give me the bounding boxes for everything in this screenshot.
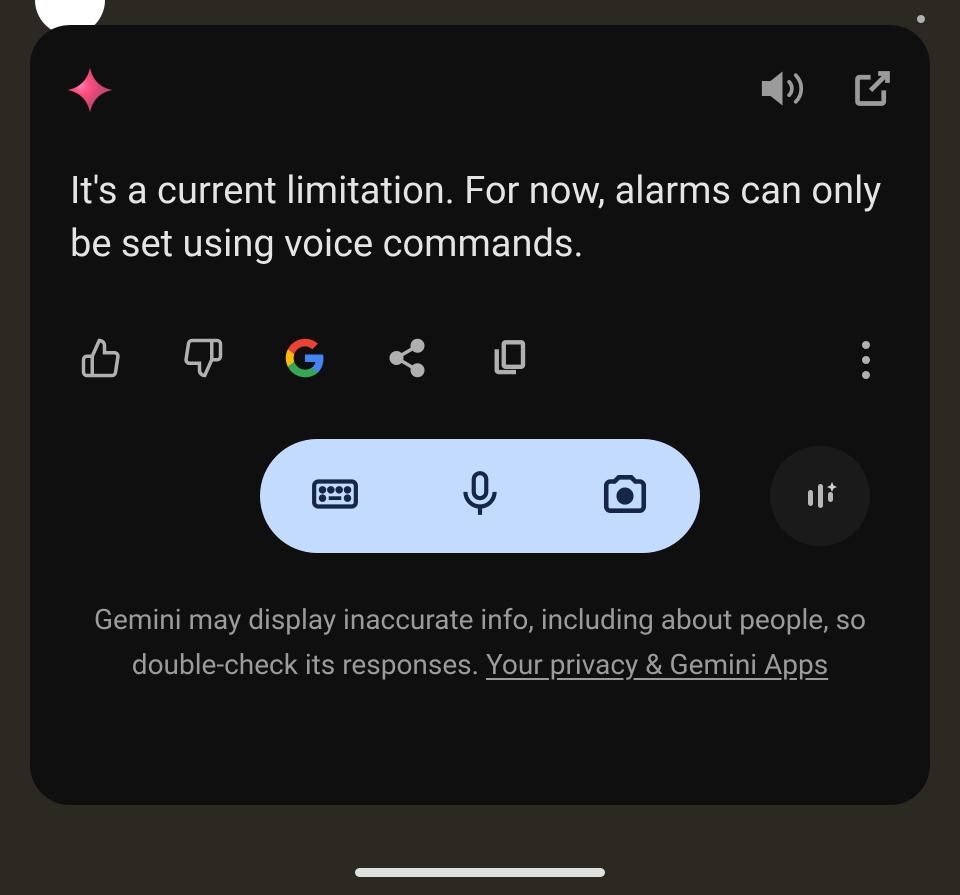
copy-button[interactable]: [488, 337, 530, 383]
keyboard-button[interactable]: [310, 469, 360, 523]
share-button[interactable]: [386, 337, 428, 383]
status-dot: [917, 15, 925, 23]
response-text: It's a current limitation. For now, alar…: [65, 165, 895, 271]
action-row: [65, 331, 895, 389]
thumb-down-button[interactable]: [182, 337, 224, 383]
thumb-up-button[interactable]: [80, 337, 122, 383]
open-in-new-button[interactable]: [850, 66, 895, 115]
gemini-response-modal: It's a current limitation. For now, alar…: [30, 25, 930, 805]
ai-suggest-button[interactable]: [770, 446, 870, 546]
disclaimer: Gemini may display inaccurate info, incl…: [65, 598, 895, 688]
input-row: [65, 439, 895, 553]
android-nav-handle[interactable]: [355, 868, 605, 877]
modal-header: [65, 65, 895, 115]
microphone-button[interactable]: [455, 469, 505, 523]
privacy-link[interactable]: Your privacy & Gemini Apps: [486, 648, 828, 681]
header-icons: [760, 66, 895, 115]
camera-button[interactable]: [600, 469, 650, 523]
more-button[interactable]: [852, 331, 880, 389]
speaker-button[interactable]: [760, 66, 805, 115]
gemini-spark-icon: [65, 65, 115, 115]
action-left-group: [80, 337, 530, 383]
google-button[interactable]: [284, 337, 326, 383]
input-pill: [260, 439, 700, 553]
